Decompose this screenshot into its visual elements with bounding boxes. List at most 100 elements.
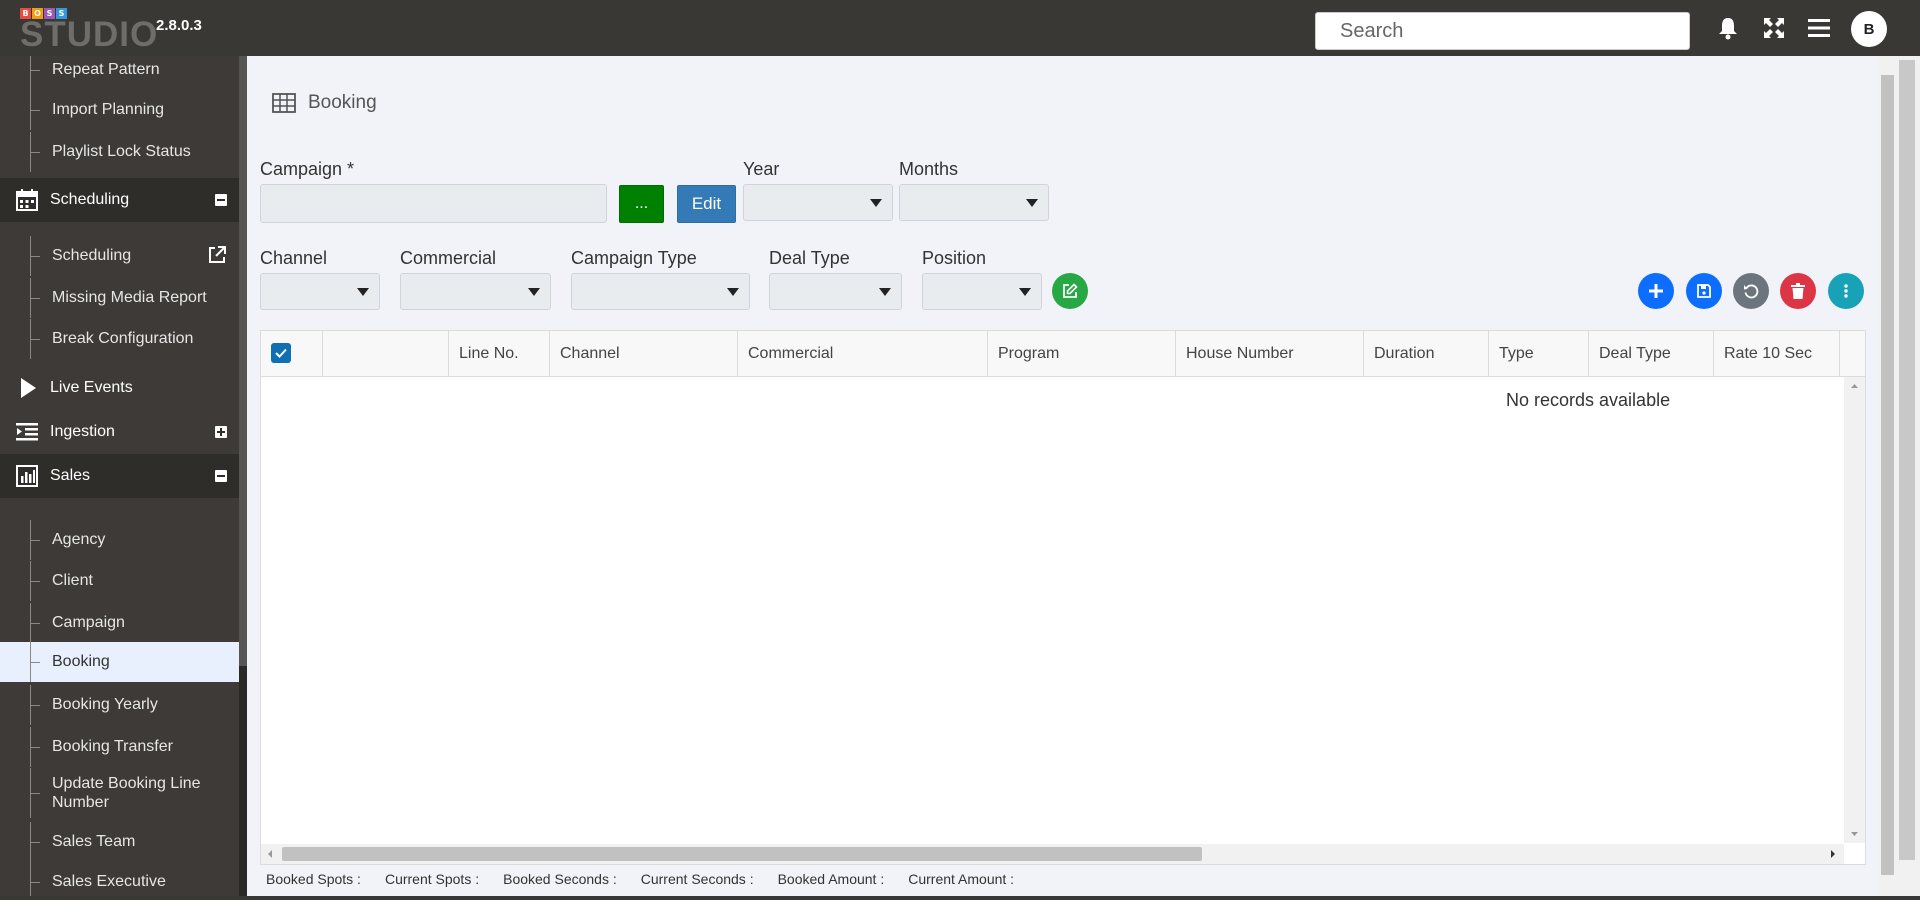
sidebar-item-playlist-lock-status[interactable]: Playlist Lock Status — [0, 132, 239, 172]
sidebar-item-import-planning[interactable]: Import Planning — [0, 90, 239, 130]
scroll-right-icon[interactable] — [1828, 844, 1838, 864]
campaign-lookup-button[interactable]: ... — [619, 185, 664, 223]
fullscreen-icon[interactable] — [1760, 14, 1788, 42]
app-logo[interactable]: B O S S STUDIO — [20, 8, 157, 52]
sidebar-item-booking-yearly[interactable]: Booking Yearly — [0, 685, 239, 725]
app-version: 2.8.0.3 — [156, 17, 202, 34]
reset-button[interactable] — [1733, 273, 1769, 309]
add-button[interactable] — [1638, 273, 1674, 309]
chevron-down-icon — [528, 288, 540, 296]
sidebar-item-update-booking-line-number[interactable]: Update Booking Line Number — [0, 768, 239, 818]
campaign-label: Campaign * — [260, 159, 355, 179]
sidebar-item-label: Booking — [52, 653, 110, 670]
sidebar-group-label: Ingestion — [50, 423, 115, 440]
months-select[interactable] — [899, 184, 1049, 221]
more-options-button[interactable] — [1828, 273, 1864, 309]
select-all-checkbox[interactable] — [271, 343, 291, 363]
sidebar-item-booking-transfer[interactable]: Booking Transfer — [0, 727, 239, 767]
column-header-commercial[interactable]: Commercial — [737, 331, 987, 377]
page-vertical-scrollbar-thumb[interactable] — [1881, 75, 1894, 875]
sidebar-group-ingestion[interactable]: Ingestion — [0, 410, 239, 454]
collapse-icon[interactable] — [215, 194, 227, 206]
sidebar-item-label: Sales Executive — [52, 873, 166, 890]
current-amount-label: Current Amount : — [908, 871, 1015, 887]
collapse-icon[interactable] — [215, 470, 227, 482]
sidebar-item-missing-media-report[interactable]: Missing Media Report — [0, 278, 239, 318]
expand-icon[interactable] — [215, 426, 227, 438]
edit-position-button[interactable] — [1052, 273, 1088, 309]
current-seconds-label: Current Seconds : — [640, 871, 754, 887]
scroll-down-icon[interactable] — [1844, 829, 1865, 839]
scroll-left-icon[interactable] — [265, 844, 275, 864]
delete-button[interactable] — [1780, 273, 1816, 309]
sidebar-item-label: Update Booking Line Number — [52, 775, 201, 811]
campaign-type-select[interactable] — [571, 273, 750, 310]
commercial-select[interactable] — [400, 273, 551, 310]
channel-label: Channel — [260, 248, 328, 268]
chevron-down-icon — [357, 288, 369, 296]
user-avatar[interactable]: B — [1851, 11, 1887, 47]
sidebar-item-label: Playlist Lock Status — [52, 143, 191, 160]
external-link-icon[interactable] — [207, 245, 227, 265]
sidebar: Repeat Pattern Import Planning Playlist … — [0, 56, 239, 900]
chevron-down-icon — [1019, 288, 1031, 296]
year-select[interactable] — [743, 184, 893, 221]
booked-spots-label: Booked Spots : — [266, 871, 361, 887]
column-header-duration[interactable]: Duration — [1363, 331, 1488, 377]
grid-horizontal-scrollbar-thumb[interactable] — [282, 847, 1202, 861]
commercial-label: Commercial — [400, 248, 497, 268]
sidebar-item-label: Booking Transfer — [52, 738, 173, 755]
campaign-input[interactable] — [260, 184, 607, 223]
sidebar-item-label: Sales Team — [52, 833, 136, 850]
sidebar-item-client[interactable]: Client — [0, 561, 239, 601]
sidebar-item-sales-executive[interactable]: Sales Executive — [0, 862, 239, 900]
column-header-line-no[interactable]: Line No. — [448, 331, 549, 377]
campaign-type-label: Campaign Type — [571, 248, 697, 268]
plus-icon — [1649, 284, 1663, 298]
sidebar-item-scheduling[interactable]: Scheduling — [0, 236, 239, 276]
sidebar-item-campaign[interactable]: Campaign — [0, 603, 239, 643]
sidebar-group-scheduling[interactable]: Scheduling — [0, 178, 239, 222]
scroll-up-icon[interactable] — [1844, 381, 1865, 391]
menu-icon[interactable] — [1805, 14, 1833, 42]
column-header-channel[interactable]: Channel — [549, 331, 737, 377]
sidebar-group-sales[interactable]: Sales — [0, 454, 239, 498]
position-label: Position — [922, 248, 987, 268]
sidebar-item-label: Break Configuration — [52, 330, 194, 347]
chevron-down-icon — [870, 199, 882, 207]
grid-vertical-scrollbar[interactable] — [1844, 377, 1865, 843]
channel-select[interactable] — [260, 273, 380, 310]
column-header-deal-type[interactable]: Deal Type — [1588, 331, 1713, 377]
sidebar-item-label: Campaign — [52, 614, 125, 631]
sidebar-item-agency[interactable]: Agency — [0, 520, 239, 560]
save-button[interactable] — [1686, 273, 1722, 309]
sidebar-group-label: Sales — [50, 467, 91, 484]
window-scrollbar-thumb[interactable] — [1899, 60, 1915, 860]
sidebar-item-sales-team[interactable]: Sales Team — [0, 822, 239, 862]
column-header-type[interactable]: Type — [1488, 331, 1588, 377]
check-icon — [275, 348, 287, 358]
column-header-program[interactable]: Program — [987, 331, 1175, 377]
sidebar-item-booking[interactable]: Booking — [0, 642, 239, 682]
edit-icon — [1063, 283, 1078, 298]
trash-icon — [1791, 283, 1805, 299]
top-bar: B O S S STUDIO 2.8.0.3 B — [0, 0, 1920, 56]
column-header-actions — [322, 331, 448, 377]
sidebar-group-label: Live Events — [50, 379, 133, 396]
sidebar-item-repeat-pattern[interactable]: Repeat Pattern — [0, 56, 239, 90]
sidebar-item-live-events[interactable]: Live Events — [0, 366, 239, 410]
deal-type-select[interactable] — [769, 273, 902, 310]
booking-summary: Booked Spots : Current Spots : Booked Se… — [266, 871, 1038, 887]
position-select[interactable] — [922, 273, 1042, 310]
search-input[interactable] — [1315, 12, 1690, 50]
sidebar-scrollbar-thumb[interactable] — [239, 56, 247, 666]
column-header-house-number[interactable]: House Number — [1175, 331, 1363, 377]
column-header-rate-10-sec[interactable]: Rate 10 Sec — [1713, 331, 1839, 377]
sidebar-item-break-configuration[interactable]: Break Configuration — [0, 319, 239, 359]
sidebar-item-label: Scheduling — [52, 247, 132, 264]
indent-icon — [16, 423, 38, 441]
bell-icon[interactable] — [1714, 14, 1742, 42]
booked-amount-label: Booked Amount : — [777, 871, 885, 887]
edit-button[interactable]: Edit — [677, 185, 736, 223]
current-spots-label: Current Spots : — [384, 871, 480, 887]
